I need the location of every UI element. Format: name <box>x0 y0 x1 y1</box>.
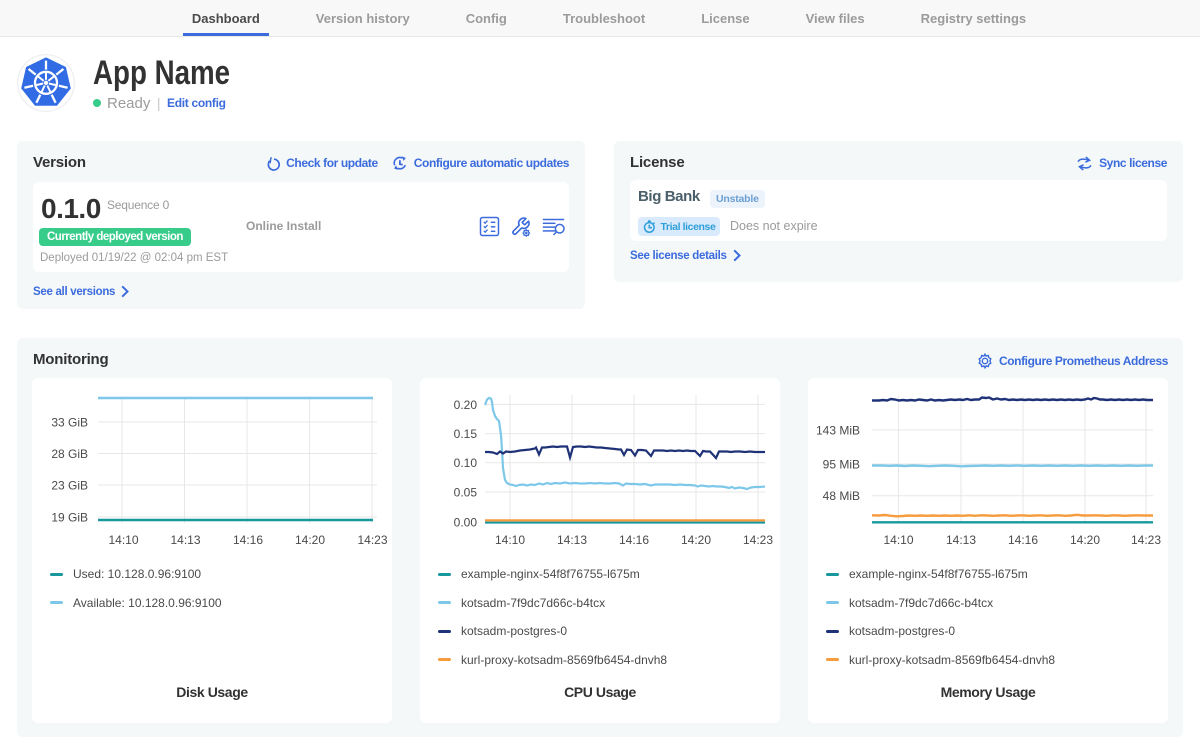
svg-text:14:10: 14:10 <box>108 533 138 547</box>
svg-text:0.05: 0.05 <box>454 485 478 499</box>
svg-text:14:13: 14:13 <box>170 533 200 547</box>
svg-text:28 GiB: 28 GiB <box>51 447 88 461</box>
svg-text:14:16: 14:16 <box>233 533 263 547</box>
svg-text:95 MiB: 95 MiB <box>823 457 860 471</box>
svg-text:0.00: 0.00 <box>454 515 478 529</box>
svg-text:14:10: 14:10 <box>495 533 525 547</box>
svg-text:14:13: 14:13 <box>946 533 976 547</box>
svg-text:19 GiB: 19 GiB <box>51 510 88 524</box>
svg-text:48 MiB: 48 MiB <box>823 489 860 503</box>
svg-text:23 GiB: 23 GiB <box>51 478 88 492</box>
svg-text:0.15: 0.15 <box>454 427 478 441</box>
svg-text:0.10: 0.10 <box>454 456 478 470</box>
svg-text:14:23: 14:23 <box>1131 533 1161 547</box>
svg-text:14:23: 14:23 <box>743 533 773 547</box>
svg-text:14:20: 14:20 <box>1070 533 1100 547</box>
svg-text:14:23: 14:23 <box>357 533 387 547</box>
svg-text:0.20: 0.20 <box>454 398 478 412</box>
svg-text:14:10: 14:10 <box>883 533 913 547</box>
svg-text:14:16: 14:16 <box>1008 533 1038 547</box>
svg-text:14:20: 14:20 <box>295 533 325 547</box>
svg-text:14:13: 14:13 <box>557 533 587 547</box>
svg-text:33 GiB: 33 GiB <box>51 415 88 429</box>
svg-text:143 MiB: 143 MiB <box>816 423 860 437</box>
svg-text:14:16: 14:16 <box>619 533 649 547</box>
svg-text:14:20: 14:20 <box>681 533 711 547</box>
